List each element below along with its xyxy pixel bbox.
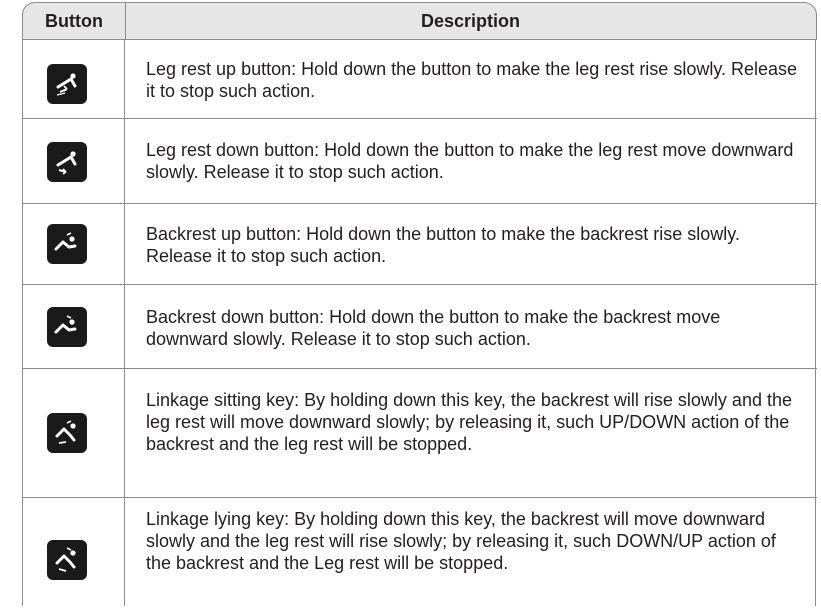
leg-rest-down-icon	[47, 142, 87, 182]
button-description-table: Button Description Leg rest up button: H…	[22, 2, 817, 606]
linkage-lying-icon	[47, 540, 87, 580]
table-header: Button Description	[22, 2, 817, 40]
table-row: Backrest up button: Hold down the button…	[22, 204, 817, 284]
row-description: Backrest up button: Hold down the button…	[146, 224, 740, 266]
row-description: Linkage lying key: By holding down this …	[146, 509, 776, 573]
backrest-down-icon	[47, 307, 87, 347]
table-row: Linkage sitting key: By holding down thi…	[22, 369, 817, 497]
row-description: Leg rest up button: Hold down the button…	[146, 59, 798, 101]
linkage-sitting-icon	[47, 413, 87, 453]
leg-rest-up-icon	[47, 64, 87, 104]
table-row: Linkage lying key: By holding down this …	[22, 498, 817, 608]
table-row: Leg rest down button: Hold down the butt…	[22, 119, 817, 203]
row-description: Linkage sitting key: By holding down thi…	[146, 390, 792, 454]
header-button: Button	[45, 11, 103, 31]
backrest-up-icon	[47, 224, 87, 264]
table-row: Backrest down button: Hold down the butt…	[22, 285, 817, 368]
row-description: Leg rest down button: Hold down the butt…	[146, 140, 794, 182]
table-row: Leg rest up button: Hold down the button…	[22, 40, 817, 118]
row-description: Backrest down button: Hold down the butt…	[146, 307, 721, 349]
header-description: Description	[420, 11, 521, 31]
